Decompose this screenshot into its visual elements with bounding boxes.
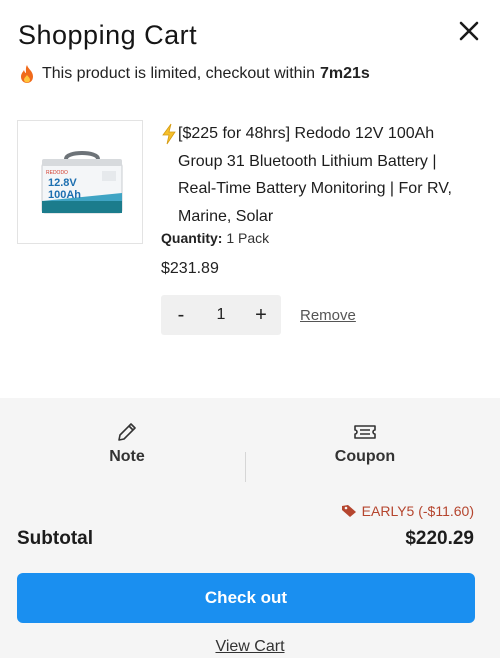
actions-divider [245, 452, 246, 482]
view-cart-link[interactable]: View Cart [0, 638, 500, 656]
quantity-value: 1 Pack [226, 230, 270, 246]
increase-button[interactable]: + [253, 295, 269, 335]
discount-code: EARLY5 (-$11.60) [361, 503, 474, 519]
subtotal-label: Subtotal [17, 528, 93, 549]
note-button[interactable]: Note [67, 420, 187, 466]
battery-voltage: 12.8V [48, 177, 77, 189]
quantity-stepper: - 1 + [161, 295, 281, 335]
item-price: $231.89 [161, 260, 219, 277]
countdown-timer: 7m21s [320, 65, 370, 82]
quantity-line: Quantity: 1 Pack [161, 230, 461, 246]
product-title-row[interactable]: [$225 for 48hrs] Redodo 12V 100Ah Group … [161, 120, 461, 230]
ticket-icon [354, 425, 376, 439]
limited-notice: This product is limited, checkout within… [18, 64, 370, 84]
battery-capacity: 100Ah [48, 189, 81, 201]
cart-actions: Note Coupon [0, 420, 500, 482]
product-image[interactable]: REDODO 12.8V 100Ah [17, 120, 143, 244]
pencil-icon [118, 423, 136, 441]
subtotal-value: $220.29 [405, 528, 474, 549]
decrease-button[interactable]: - [173, 295, 189, 335]
product-info: [$225 for 48hrs] Redodo 12V 100Ah Group … [161, 120, 461, 335]
remove-link[interactable]: Remove [300, 307, 356, 324]
close-icon[interactable] [456, 18, 482, 44]
quantity-input[interactable]: 1 [217, 306, 226, 324]
note-label: Note [109, 448, 145, 465]
coupon-label: Coupon [334, 448, 396, 465]
quantity-label: Quantity: [161, 230, 223, 246]
checkout-button[interactable]: Check out [17, 573, 475, 623]
product-title: [$225 for 48hrs] Redodo 12V 100Ah Group … [178, 125, 452, 225]
battery-image: REDODO 12.8V 100Ah [41, 151, 123, 214]
fire-icon [21, 65, 33, 83]
cart-footer: Note Coupon EARLY5 (-$11.60) Subtotal $2… [0, 398, 500, 658]
tag-icon [341, 505, 356, 517]
coupon-button[interactable]: Coupon [305, 420, 425, 466]
bolt-icon [162, 123, 176, 145]
quantity-row: - 1 + Remove [161, 295, 461, 335]
limited-text: This product is limited, checkout within [42, 65, 315, 82]
page-title: Shopping Cart [18, 20, 198, 50]
cart-header: Shopping Cart [18, 18, 482, 58]
discount-badge: EARLY5 (-$11.60) [341, 503, 474, 519]
battery-brand: REDODO [46, 170, 68, 176]
